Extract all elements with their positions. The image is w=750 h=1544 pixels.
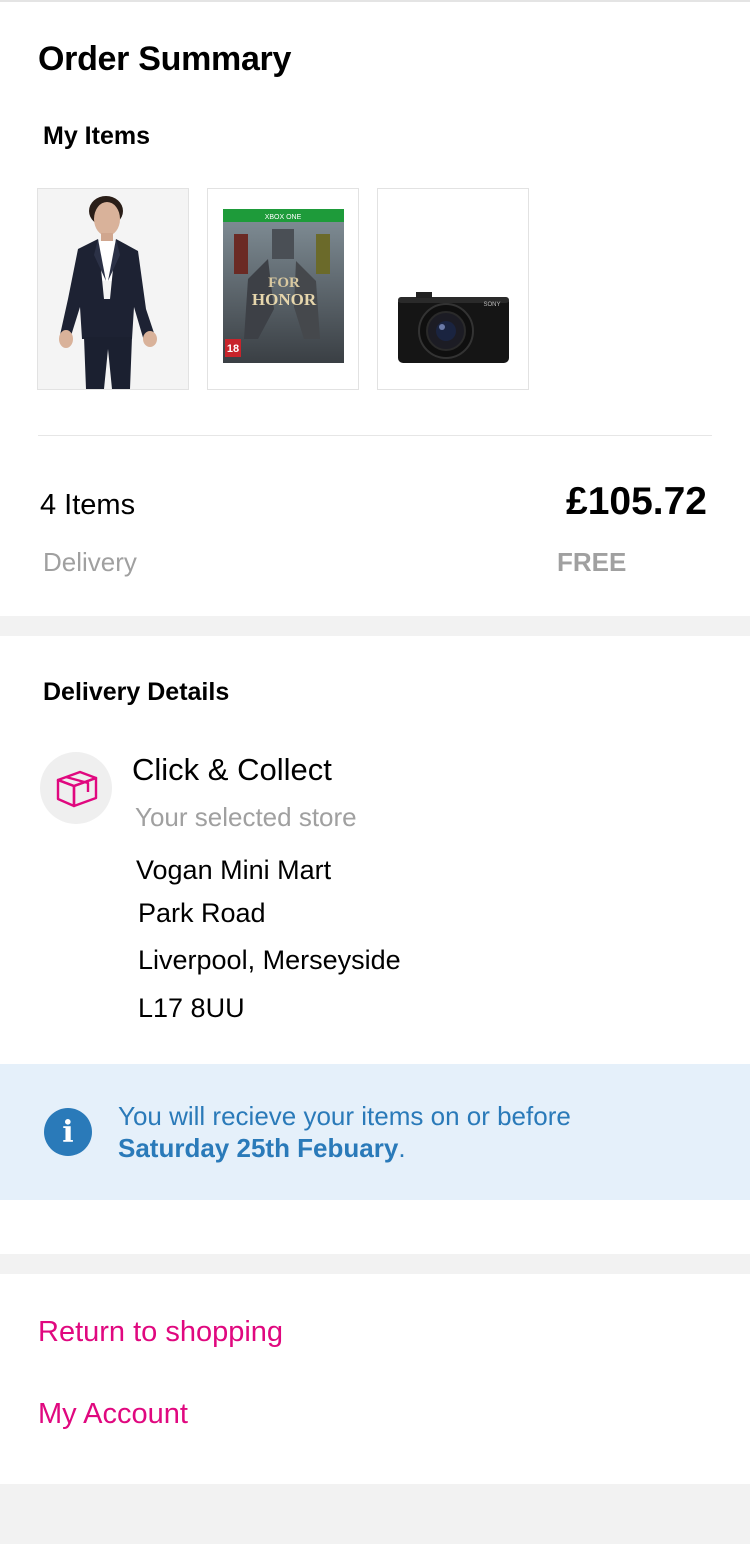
delivery-estimate-text: You will recieve your items on or before…: [118, 1100, 571, 1164]
delivery-method-title: Click & Collect: [132, 752, 332, 787]
suit-product-image: [38, 189, 188, 389]
delivery-method-subtitle: Your selected store: [135, 802, 357, 832]
info-icon: i: [44, 1108, 92, 1156]
items-count: 4 Items: [40, 489, 136, 521]
delivery-info-banner: i You will recieve your items on or befo…: [0, 1064, 750, 1200]
page-title: Order Summary: [38, 40, 292, 78]
item-thumbnail-camera[interactable]: SONY: [377, 188, 529, 390]
delivery-estimate-line: You will recieve your items on or before: [118, 1101, 571, 1131]
address-line-3: Liverpool, Merseyside: [138, 945, 401, 975]
summary-divider: [38, 435, 712, 436]
game-cover-image: XBOX ONE FOR HONOR 18: [208, 189, 358, 389]
navigation-links-card: Return to shopping My Account: [0, 1274, 750, 1484]
package-box-icon: [40, 752, 112, 824]
delivery-cost-label: Delivery: [43, 547, 137, 577]
address-line-2: Park Road: [138, 898, 266, 928]
address-line-1: Vogan Mini Mart: [136, 855, 332, 885]
item-thumbnail-suit[interactable]: [37, 188, 189, 390]
svg-text:HONOR: HONOR: [252, 290, 317, 309]
my-account-link[interactable]: My Account: [38, 1398, 188, 1431]
svg-text:SONY: SONY: [483, 302, 500, 308]
delivery-cost-value: FREE: [557, 547, 627, 577]
my-items-heading: My Items: [43, 122, 150, 150]
return-to-shopping-link[interactable]: Return to shopping: [38, 1316, 283, 1349]
delivery-details-card: Delivery Details Click & Collect Your se…: [0, 636, 750, 1254]
svg-text:XBOX ONE: XBOX ONE: [265, 214, 302, 221]
order-summary-card: Order Summary My Items XBOX ONE FOR HONO…: [0, 2, 750, 616]
svg-text:18: 18: [227, 343, 239, 355]
address-line-4: L17 8UU: [138, 993, 245, 1023]
order-total: £105.72: [566, 480, 707, 523]
camera-product-image: SONY: [378, 189, 528, 389]
delivery-estimate-suffix: .: [398, 1133, 406, 1163]
svg-text:FOR: FOR: [268, 275, 300, 291]
delivery-estimate-date: Saturday 25th Febuary: [118, 1133, 399, 1163]
item-thumbnail-game[interactable]: XBOX ONE FOR HONOR 18: [207, 188, 359, 390]
delivery-details-heading: Delivery Details: [43, 678, 230, 706]
